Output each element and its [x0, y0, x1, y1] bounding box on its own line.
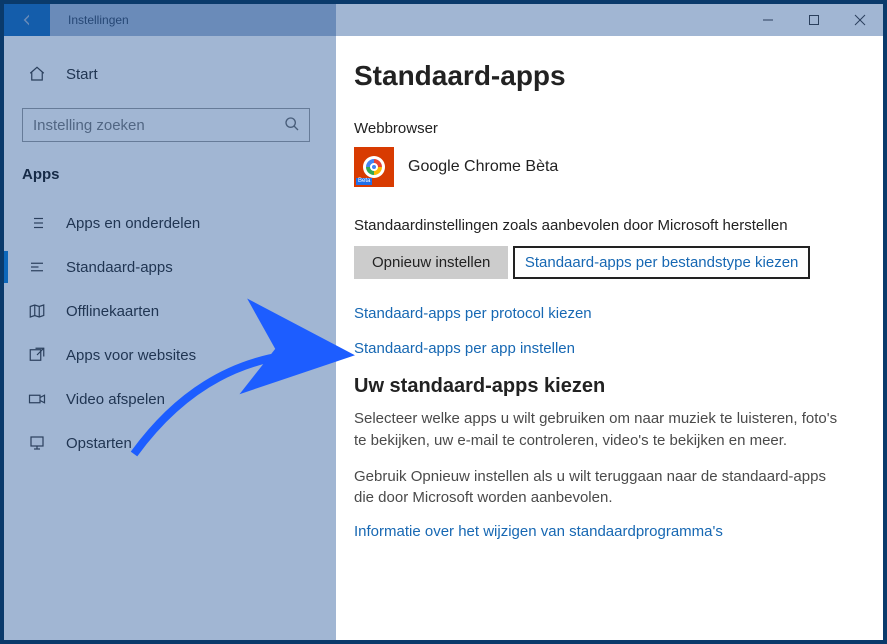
link-choose-by-filetype[interactable]: Standaard-apps per bestandstype kiezen: [525, 254, 799, 271]
sidebar-item-apps-for-websites[interactable]: Apps voor websites: [22, 333, 314, 377]
map-icon: [28, 302, 46, 320]
sidebar-item-offline-maps[interactable]: Offlinekaarten: [22, 289, 314, 333]
sidebar-item-startup[interactable]: Opstarten: [22, 421, 314, 465]
startup-icon: [28, 434, 46, 452]
link-info-defaults[interactable]: Informatie over het wijzigen van standaa…: [354, 523, 723, 540]
home-icon: [28, 65, 46, 83]
search-field[interactable]: [22, 108, 310, 142]
sidebar-section-apps: Apps: [22, 166, 314, 183]
page-title: Standaard-apps: [354, 60, 849, 92]
minimize-button[interactable]: [745, 4, 791, 36]
reset-button[interactable]: Opnieuw instellen: [354, 246, 508, 279]
choose-defaults-p2: Gebruik Opnieuw instellen als u wilt ter…: [354, 466, 849, 510]
link-choose-by-protocol[interactable]: Standaard-apps per protocol kiezen: [354, 305, 849, 322]
sidebar-item-label: Opstarten: [66, 435, 132, 452]
defaults-icon: [28, 258, 46, 276]
app-title: Instellingen: [68, 13, 129, 27]
arrow-left-icon: [19, 12, 35, 28]
search-icon: [284, 116, 300, 132]
open-icon: [28, 346, 46, 364]
choose-defaults-title: Uw standaard-apps kiezen: [354, 375, 849, 398]
home-label: Start: [66, 66, 98, 83]
sidebar-item-label: Apps voor websites: [66, 347, 196, 364]
settings-window: Instellingen Start: [0, 0, 887, 644]
sidebar-item-apps-features[interactable]: Apps en onderdelen: [22, 201, 314, 245]
sidebar-item-video-playback[interactable]: Video afspelen: [22, 377, 314, 421]
sidebar-item-label: Offlinekaarten: [66, 303, 159, 320]
link-set-by-app[interactable]: Standaard-apps per app instellen: [354, 340, 849, 357]
choose-defaults-p1: Selecteer welke apps u wilt gebruiken om…: [354, 408, 849, 452]
link-by-filetype-highlight: Standaard-apps per bestandstype kiezen: [513, 246, 811, 279]
maximize-icon: [808, 14, 820, 26]
default-browser-name: Google Chrome Bèta: [408, 158, 558, 176]
sidebar-item-label: Standaard-apps: [66, 259, 173, 276]
search-input[interactable]: [22, 108, 310, 142]
titlebar: Instellingen: [4, 4, 883, 36]
sidebar: Start Apps Apps en onderdelen Standaard-…: [4, 36, 324, 640]
chrome-beta-icon: Beta: [354, 147, 394, 187]
back-button[interactable]: [4, 4, 50, 36]
sidebar-item-label: Video afspelen: [66, 391, 165, 408]
video-icon: [28, 390, 46, 408]
list-icon: [28, 214, 46, 232]
home-button[interactable]: Start: [22, 54, 314, 94]
window-controls: [745, 4, 883, 36]
close-icon: [854, 14, 866, 26]
close-button[interactable]: [837, 4, 883, 36]
browser-section-label: Webbrowser: [354, 120, 849, 137]
default-browser-row[interactable]: Beta Google Chrome Bèta: [354, 147, 849, 187]
main-panel: Standaard-apps Webbrowser Beta Google Ch…: [324, 36, 883, 640]
sidebar-item-label: Apps en onderdelen: [66, 215, 200, 232]
sidebar-item-default-apps[interactable]: Standaard-apps: [22, 245, 314, 289]
reset-description: Standaardinstellingen zoals aanbevolen d…: [354, 217, 849, 234]
minimize-icon: [762, 14, 774, 26]
maximize-button[interactable]: [791, 4, 837, 36]
